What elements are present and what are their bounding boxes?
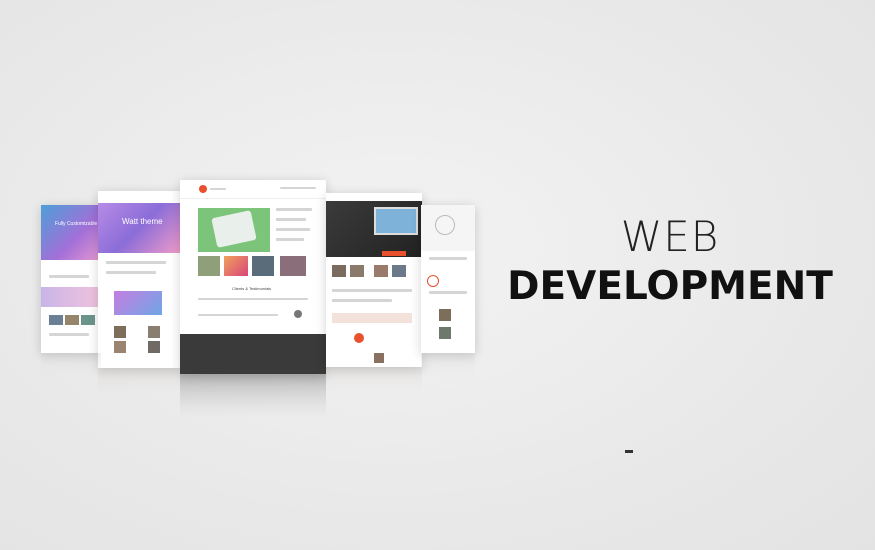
mockup-hero-image [41,205,101,260]
website-mockup-left: Watt theme [98,191,180,368]
headline-development: DEVELOPMENT [507,264,833,309]
headline: WEB DEVELOPMENT [500,215,840,309]
mockup-hero-image [98,203,180,253]
mockup-reflection [326,367,422,397]
mockup-cta-button [382,251,406,256]
mockup-section-title: Clients & Testimonials [232,286,272,291]
website-mockup-right [326,193,422,367]
decorative-mark [625,450,633,453]
mockup-hero-title: Fully Customizable [55,221,98,227]
hero-banner: Fully Customizable Watt theme Clients & … [0,0,875,550]
mockup-footer [180,334,326,374]
website-mockup-far-left: Fully Customizable [41,205,101,353]
mockup-reflection [41,353,101,381]
mockup-reflection [180,374,326,418]
mockup-logo [199,185,207,193]
website-mockup-far-right [421,205,475,353]
mockup-hero-title: Watt theme [122,217,163,226]
website-mockup-center: Clients & Testimonials [180,180,326,374]
headline-web: WEB [620,212,720,261]
mockup-reflection [98,368,180,402]
mockup-reflection [421,353,475,383]
